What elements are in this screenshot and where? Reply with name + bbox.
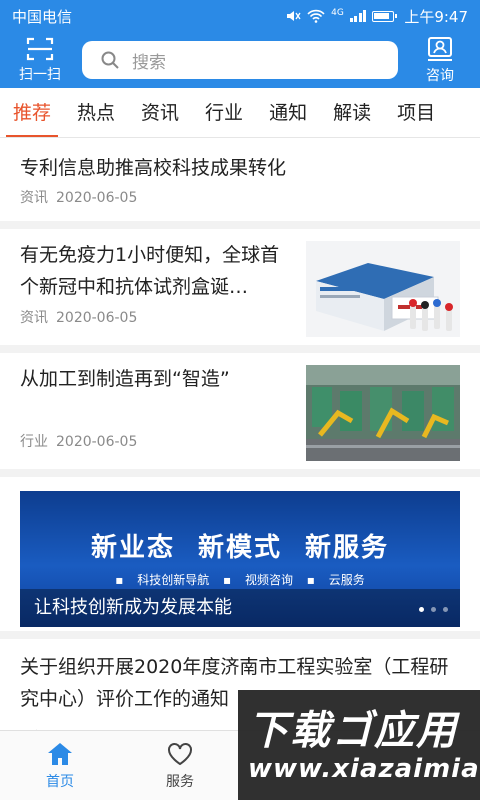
consult-icon — [428, 37, 452, 61]
nav-home-label: 首页 — [46, 773, 74, 790]
news-meta: 资讯 2020-06-05 — [20, 307, 137, 327]
banner-headline: 新业态 新模式 新服务 — [90, 533, 390, 563]
heart-icon — [168, 742, 192, 765]
watermark: 下载ゴ应用 www.xiazaimiao.com — [238, 690, 480, 800]
banner-subline: ▪ 科技创新导航 ▪ 视频咨询 ▪ 云服务 — [115, 573, 365, 587]
news-card[interactable]: 从加工到制造再到“智造” 行业 2020-06-05 — [0, 353, 480, 477]
news-meta: 资讯 2020-06-05 — [20, 187, 137, 207]
scan-label: 扫一扫 — [19, 67, 61, 83]
news-category: 资讯 — [20, 310, 48, 326]
status-bar: 中国电信 4G 上午9:47 — [0, 0, 480, 32]
nav-home[interactable]: 首页 — [0, 731, 120, 800]
news-meta: 行业 2020-06-05 — [20, 431, 137, 451]
consult-label: 咨询 — [426, 68, 454, 84]
news-card[interactable]: 专利信息助推高校科技成果转化 资讯 2020-06-05 — [0, 138, 480, 229]
news-thumbnail-factory — [306, 365, 460, 461]
search-bar[interactable]: 搜索 — [82, 41, 398, 79]
battery-icon — [372, 10, 398, 22]
nav-services[interactable]: 服务 — [120, 731, 240, 800]
news-category: 行业 — [20, 434, 48, 450]
banner-caption: 让科技创新成为发展本能 — [20, 589, 460, 627]
tab-interpret[interactable]: 解读 — [320, 88, 384, 137]
network-type: 4G — [331, 7, 344, 18]
scan-button[interactable]: 扫一扫 — [8, 32, 72, 88]
search-placeholder: 搜索 — [132, 52, 166, 73]
search-icon — [101, 51, 119, 69]
consult-button[interactable]: 咨询 — [408, 32, 472, 88]
tab-hot[interactable]: 热点 — [64, 88, 128, 137]
watermark-url: www.xiazaimiao.com — [248, 754, 480, 784]
tab-industry[interactable]: 行业 — [192, 88, 256, 137]
signal-icon — [349, 10, 367, 22]
system-icons: 4G 上午9:47 — [285, 6, 468, 27]
clock: 上午9:47 — [404, 7, 468, 26]
banner-card[interactable]: 新业态 新模式 新服务 ▪ 科技创新导航 ▪ 视频咨询 ▪ 云服务 让科技创新成… — [0, 477, 480, 639]
tab-notice[interactable]: 通知 — [256, 88, 320, 137]
home-icon — [48, 742, 72, 765]
mute-icon — [287, 11, 301, 21]
scan-icon — [26, 37, 54, 61]
tab-project[interactable]: 项目 — [384, 88, 448, 137]
news-title: 从加工到制造再到“智造” — [20, 368, 230, 390]
news-thumbnail-test-kit — [306, 241, 460, 337]
nav-services-label: 服务 — [166, 773, 194, 790]
tab-news[interactable]: 资讯 — [128, 88, 192, 137]
news-date: 2020-06-05 — [56, 310, 138, 326]
news-title: 专利信息助推高校科技成果转化 — [20, 157, 287, 179]
tab-recommend[interactable]: 推荐 — [0, 88, 64, 137]
news-feed: 专利信息助推高校科技成果转化 资讯 2020-06-05 有无免疫力1小时便知，全… — [0, 138, 480, 730]
news-date: 2020-06-05 — [56, 190, 138, 206]
news-category: 资讯 — [20, 190, 48, 206]
news-card[interactable]: 有无免疫力1小时便知，全球首个新冠中和抗体试剂盒诞… 资讯 2020-06-05 — [0, 229, 480, 353]
category-tabs: 推荐 热点 资讯 行业 通知 解读 项目 — [0, 88, 480, 138]
carrier-name: 中国电信 — [12, 7, 73, 26]
promo-banner[interactable]: 新业态 新模式 新服务 ▪ 科技创新导航 ▪ 视频咨询 ▪ 云服务 让科技创新成… — [20, 491, 460, 627]
news-title: 有无免疫力1小时便知，全球首个新冠中和抗体试剂盒诞… — [20, 244, 280, 298]
carousel-dots[interactable] — [419, 607, 448, 612]
news-date: 2020-06-05 — [56, 434, 138, 450]
watermark-title: 下载ゴ应用 — [248, 708, 458, 754]
app-header: 扫一扫 搜索 咨询 — [0, 32, 480, 88]
wifi-icon — [307, 9, 325, 23]
